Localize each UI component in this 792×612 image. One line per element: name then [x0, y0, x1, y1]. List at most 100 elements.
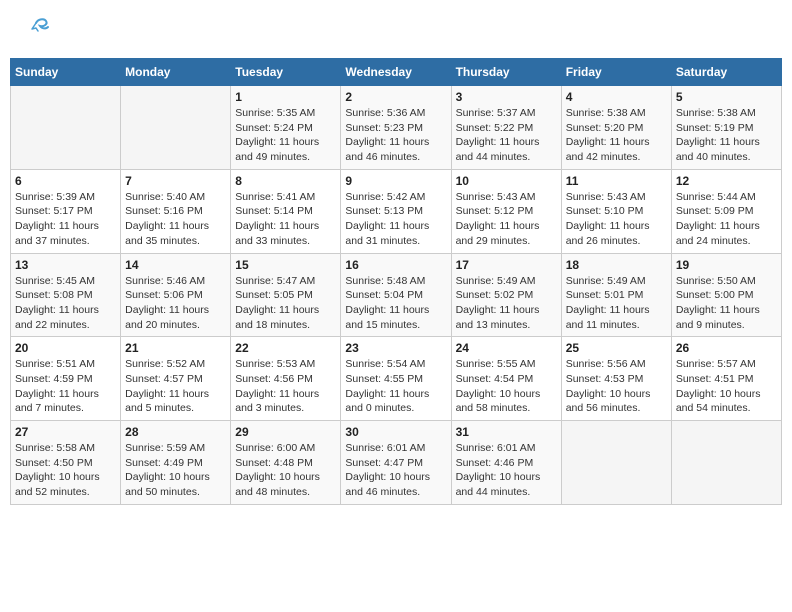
day-number: 10: [456, 174, 557, 188]
day-of-week-header: Thursday: [451, 59, 561, 86]
day-number: 16: [345, 258, 446, 272]
day-info: Sunrise: 5:46 AM Sunset: 5:06 PM Dayligh…: [125, 274, 226, 333]
day-info: Sunrise: 5:52 AM Sunset: 4:57 PM Dayligh…: [125, 357, 226, 416]
calendar-cell: 3 Sunrise: 5:37 AM Sunset: 5:22 PM Daylig…: [451, 86, 561, 170]
day-info: Sunrise: 5:36 AM Sunset: 5:23 PM Dayligh…: [345, 106, 446, 165]
day-number: 20: [15, 341, 116, 355]
day-number: 25: [566, 341, 667, 355]
day-info: Sunrise: 5:39 AM Sunset: 5:17 PM Dayligh…: [15, 190, 116, 249]
day-info: Sunrise: 5:44 AM Sunset: 5:09 PM Dayligh…: [676, 190, 777, 249]
day-number: 6: [15, 174, 116, 188]
day-info: Sunrise: 5:58 AM Sunset: 4:50 PM Dayligh…: [15, 441, 116, 500]
day-of-week-header: Monday: [121, 59, 231, 86]
calendar-cell: 30Sunrise: 6:01 AM Sunset: 4:47 PM Dayli…: [341, 421, 451, 505]
calendar-cell: 17 Sunrise: 5:49 AM Sunset: 5:02 PM Dayli…: [451, 253, 561, 337]
day-info: Sunrise: 5:43 AM Sunset: 5:12 PM Dayligh…: [456, 190, 557, 249]
day-info: Sunrise: 5:49 AM Sunset: 5:01 PM Dayligh…: [566, 274, 667, 333]
day-number: 9: [345, 174, 446, 188]
calendar-cell: 22Sunrise: 5:53 AM Sunset: 4:56 PM Dayli…: [231, 337, 341, 421]
day-number: 30: [345, 425, 446, 439]
day-number: 2: [345, 90, 446, 104]
day-number: 21: [125, 341, 226, 355]
day-of-week-header: Saturday: [671, 59, 781, 86]
day-of-week-header: Wednesday: [341, 59, 451, 86]
day-number: 14: [125, 258, 226, 272]
day-number: 17: [456, 258, 557, 272]
day-info: Sunrise: 5:38 AM Sunset: 5:20 PM Dayligh…: [566, 106, 667, 165]
calendar-cell: 12 Sunrise: 5:44 AM Sunset: 5:09 PM Dayli…: [671, 169, 781, 253]
day-number: 15: [235, 258, 336, 272]
calendar-cell: [11, 86, 121, 170]
calendar-cell: 15 Sunrise: 5:47 AM Sunset: 5:05 PM Dayli…: [231, 253, 341, 337]
day-info: Sunrise: 5:35 AM Sunset: 5:24 PM Dayligh…: [235, 106, 336, 165]
calendar-cell: 31Sunrise: 6:01 AM Sunset: 4:46 PM Dayli…: [451, 421, 561, 505]
day-number: 11: [566, 174, 667, 188]
calendar-cell: 19 Sunrise: 5:50 AM Sunset: 5:00 PM Dayli…: [671, 253, 781, 337]
day-number: 4: [566, 90, 667, 104]
day-number: 27: [15, 425, 116, 439]
calendar-cell: 28 Sunrise: 5:59 AM Sunset: 4:49 PM Dayli…: [121, 421, 231, 505]
day-info: Sunrise: 5:56 AM Sunset: 4:53 PM Dayligh…: [566, 357, 667, 416]
calendar-week-row: 27 Sunrise: 5:58 AM Sunset: 4:50 PM Dayli…: [11, 421, 782, 505]
calendar-cell: 27 Sunrise: 5:58 AM Sunset: 4:50 PM Dayli…: [11, 421, 121, 505]
calendar-cell: 9 Sunrise: 5:42 AM Sunset: 5:13 PM Daylig…: [341, 169, 451, 253]
calendar-cell: 21 Sunrise: 5:52 AM Sunset: 4:57 PM Dayli…: [121, 337, 231, 421]
day-info: Sunrise: 5:38 AM Sunset: 5:19 PM Dayligh…: [676, 106, 777, 165]
page-header: [10, 10, 782, 48]
day-number: 12: [676, 174, 777, 188]
day-info: Sunrise: 5:43 AM Sunset: 5:10 PM Dayligh…: [566, 190, 667, 249]
calendar-cell: 1Sunrise: 5:35 AM Sunset: 5:24 PM Daylig…: [231, 86, 341, 170]
calendar-week-row: 6 Sunrise: 5:39 AM Sunset: 5:17 PM Daylig…: [11, 169, 782, 253]
day-number: 28: [125, 425, 226, 439]
day-info: Sunrise: 5:41 AM Sunset: 5:14 PM Dayligh…: [235, 190, 336, 249]
day-info: Sunrise: 5:50 AM Sunset: 5:00 PM Dayligh…: [676, 274, 777, 333]
day-info: Sunrise: 5:49 AM Sunset: 5:02 PM Dayligh…: [456, 274, 557, 333]
day-info: Sunrise: 5:51 AM Sunset: 4:59 PM Dayligh…: [15, 357, 116, 416]
calendar-cell: [121, 86, 231, 170]
day-info: Sunrise: 5:42 AM Sunset: 5:13 PM Dayligh…: [345, 190, 446, 249]
calendar-week-row: 20 Sunrise: 5:51 AM Sunset: 4:59 PM Dayli…: [11, 337, 782, 421]
day-info: Sunrise: 5:59 AM Sunset: 4:49 PM Dayligh…: [125, 441, 226, 500]
day-info: Sunrise: 5:57 AM Sunset: 4:51 PM Dayligh…: [676, 357, 777, 416]
day-info: Sunrise: 5:47 AM Sunset: 5:05 PM Dayligh…: [235, 274, 336, 333]
day-number: 5: [676, 90, 777, 104]
day-of-week-header: Sunday: [11, 59, 121, 86]
calendar-cell: 24Sunrise: 5:55 AM Sunset: 4:54 PM Dayli…: [451, 337, 561, 421]
calendar-week-row: 13Sunrise: 5:45 AM Sunset: 5:08 PM Dayli…: [11, 253, 782, 337]
calendar-cell: 4 Sunrise: 5:38 AM Sunset: 5:20 PM Daylig…: [561, 86, 671, 170]
day-number: 8: [235, 174, 336, 188]
calendar-cell: 14 Sunrise: 5:46 AM Sunset: 5:06 PM Dayli…: [121, 253, 231, 337]
day-number: 22: [235, 341, 336, 355]
calendar-cell: 6 Sunrise: 5:39 AM Sunset: 5:17 PM Daylig…: [11, 169, 121, 253]
logo-bird-icon: [22, 15, 50, 47]
day-info: Sunrise: 5:48 AM Sunset: 5:04 PM Dayligh…: [345, 274, 446, 333]
day-number: 7: [125, 174, 226, 188]
day-of-week-header: Friday: [561, 59, 671, 86]
calendar-cell: 5 Sunrise: 5:38 AM Sunset: 5:19 PM Daylig…: [671, 86, 781, 170]
day-info: Sunrise: 5:40 AM Sunset: 5:16 PM Dayligh…: [125, 190, 226, 249]
day-info: Sunrise: 6:00 AM Sunset: 4:48 PM Dayligh…: [235, 441, 336, 500]
calendar-cell: 13Sunrise: 5:45 AM Sunset: 5:08 PM Dayli…: [11, 253, 121, 337]
calendar-cell: 18 Sunrise: 5:49 AM Sunset: 5:01 PM Dayli…: [561, 253, 671, 337]
day-number: 19: [676, 258, 777, 272]
day-number: 26: [676, 341, 777, 355]
day-number: 18: [566, 258, 667, 272]
calendar-cell: 11 Sunrise: 5:43 AM Sunset: 5:10 PM Dayli…: [561, 169, 671, 253]
calendar-cell: 7 Sunrise: 5:40 AM Sunset: 5:16 PM Daylig…: [121, 169, 231, 253]
calendar-cell: 16 Sunrise: 5:48 AM Sunset: 5:04 PM Dayli…: [341, 253, 451, 337]
day-number: 3: [456, 90, 557, 104]
calendar-header-row: SundayMondayTuesdayWednesdayThursdayFrid…: [11, 59, 782, 86]
day-number: 24: [456, 341, 557, 355]
calendar-cell: 26 Sunrise: 5:57 AM Sunset: 4:51 PM Dayli…: [671, 337, 781, 421]
calendar-cell: 8 Sunrise: 5:41 AM Sunset: 5:14 PM Daylig…: [231, 169, 341, 253]
day-number: 23: [345, 341, 446, 355]
day-info: Sunrise: 5:37 AM Sunset: 5:22 PM Dayligh…: [456, 106, 557, 165]
day-of-week-header: Tuesday: [231, 59, 341, 86]
calendar: SundayMondayTuesdayWednesdayThursdayFrid…: [10, 58, 782, 505]
calendar-cell: [671, 421, 781, 505]
calendar-cell: 23Sunrise: 5:54 AM Sunset: 4:55 PM Dayli…: [341, 337, 451, 421]
calendar-cell: 29 Sunrise: 6:00 AM Sunset: 4:48 PM Dayli…: [231, 421, 341, 505]
calendar-week-row: 1Sunrise: 5:35 AM Sunset: 5:24 PM Daylig…: [11, 86, 782, 170]
day-number: 29: [235, 425, 336, 439]
day-info: Sunrise: 5:45 AM Sunset: 5:08 PM Dayligh…: [15, 274, 116, 333]
